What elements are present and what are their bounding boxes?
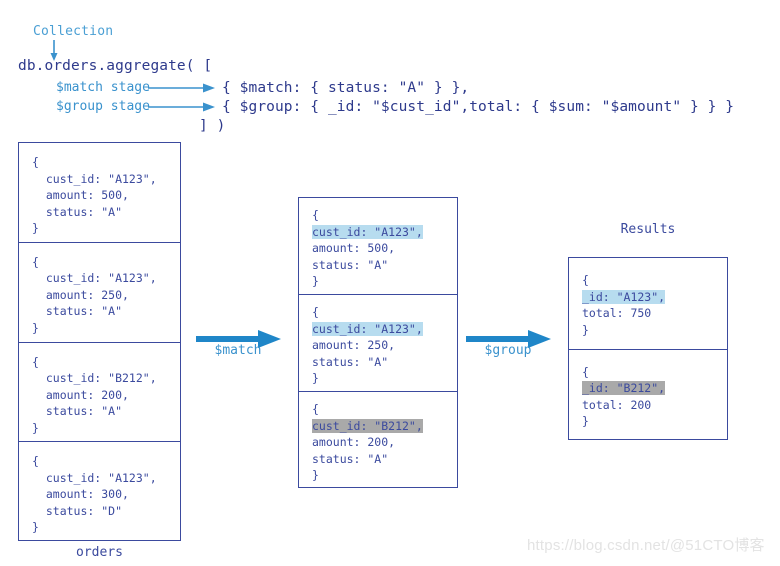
code-line-aggregate-open: db.orders.aggregate( [ — [18, 58, 213, 74]
document-body: { _id: "A123", total: 750 } — [582, 273, 666, 337]
document-body: { cust_id: "A123", amount: 500, status: … — [32, 155, 157, 235]
code-line-aggregate-close: ] ) — [199, 118, 226, 134]
aggregate-code-block: Collection db.orders.aggregate( [ $match… — [0, 0, 780, 140]
results-box-caption: Results — [620, 222, 676, 237]
list-item: { cust_id: "B212", amount: 200, status: … — [299, 392, 457, 489]
id-highlight: _id: "B212", — [582, 381, 666, 395]
document-body: { cust_id: "A123", amount: 500, status: … — [312, 208, 423, 288]
list-item: { cust_id: "A123", amount: 500, status: … — [299, 198, 457, 295]
document-body: { cust_id: "A123", amount: 250, status: … — [312, 305, 423, 385]
match-pipeline-arrow-label: $match — [214, 343, 262, 358]
list-item: { _id: "A123", total: 750 } — [569, 258, 727, 350]
list-item: { cust_id: "A123", amount: 300, status: … — [19, 442, 180, 542]
watermark-text: https://blog.csdn.net/@51CTO博客 — [527, 537, 765, 554]
list-item: { cust_id: "A123", amount: 250, status: … — [299, 295, 457, 392]
orders-collection-box: { cust_id: "A123", amount: 500, status: … — [18, 142, 181, 541]
group-stage-pointer-arrow-icon — [148, 102, 215, 112]
list-item: { cust_id: "A123", amount: 250, status: … — [19, 243, 180, 343]
collection-annotation-label: Collection — [33, 24, 114, 39]
orders-collection-caption: orders — [76, 545, 123, 560]
results-output-box: { _id: "A123", total: 750 } { _id: "B212… — [568, 257, 728, 440]
cust-id-highlight: cust_id: "A123", — [312, 224, 423, 239]
document-body: { _id: "B212", total: 200 } — [582, 364, 666, 428]
code-line-group-stage: { $group: { _id: "$cust_id",total: { $su… — [222, 99, 735, 115]
code-line-match-stage: { $match: { status: "A" } }, — [222, 80, 470, 96]
id-highlight: _id: "A123", — [582, 289, 666, 304]
cust-id-highlight: cust_id: "B212", — [312, 418, 423, 433]
document-body: { cust_id: "A123", amount: 250, status: … — [32, 254, 157, 335]
document-body: { cust_id: "B212", amount: 200, status: … — [312, 402, 423, 482]
match-stage-output-box: { cust_id: "A123", amount: 500, status: … — [298, 197, 458, 488]
list-item: { cust_id: "B212", amount: 200, status: … — [19, 343, 180, 443]
group-stage-annotation-label: $group stage — [56, 99, 150, 114]
match-stage-pointer-arrow-icon — [148, 83, 215, 93]
list-item: { _id: "B212", total: 200 } — [569, 350, 727, 442]
group-pipeline-arrow-label: $group — [484, 343, 532, 358]
cust-id-highlight: cust_id: "A123", — [312, 321, 423, 336]
document-body: { cust_id: "A123", amount: 300, status: … — [32, 454, 157, 535]
document-body: { cust_id: "B212", amount: 200, status: … — [32, 354, 157, 435]
match-stage-annotation-label: $match stage — [56, 80, 150, 95]
list-item: { cust_id: "A123", amount: 500, status: … — [19, 143, 180, 243]
